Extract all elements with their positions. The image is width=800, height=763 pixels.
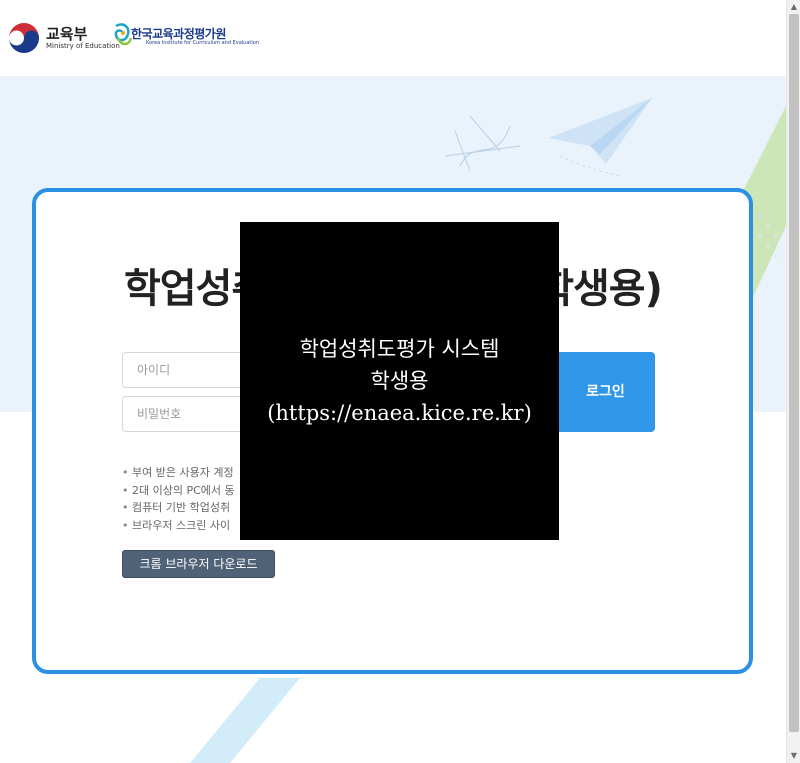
- vertical-scrollbar[interactable]: ▲ ▼: [786, 0, 800, 763]
- overlay-url: (https://enaea.kice.re.kr): [267, 401, 532, 425]
- notice-item: 2대 이상의 PC에서 동: [122, 482, 235, 500]
- user-id-placeholder: 아이디: [137, 363, 171, 377]
- password-placeholder: 비밀번호: [137, 407, 182, 421]
- page: 교육부 Ministry of Education 한국교육과정평가원 Kore…: [0, 0, 800, 763]
- password-input[interactable]: 비밀번호: [122, 396, 252, 432]
- scroll-down-icon[interactable]: ▼: [787, 749, 800, 763]
- user-id-input[interactable]: 아이디: [122, 352, 252, 388]
- scroll-thumb[interactable]: [789, 14, 799, 732]
- overlay-subtitle: 학생용: [370, 369, 429, 393]
- notice-item: 컴퓨터 기반 학업성취: [122, 499, 235, 517]
- scroll-up-icon[interactable]: ▲: [787, 0, 800, 14]
- notice-item: 부여 받은 사용자 계정: [122, 464, 235, 482]
- notice-list: 부여 받은 사용자 계정 2대 이상의 PC에서 동 컴퓨터 기반 학업성취 브…: [122, 464, 235, 534]
- caption-overlay: 학업성취도평가 시스템 학생용 (https://enaea.kice.re.k…: [240, 222, 559, 540]
- chrome-download-button[interactable]: 크롬 브라우저 다운로드: [122, 550, 275, 578]
- login-button[interactable]: 로그인: [556, 352, 655, 432]
- notice-item: 브라우저 스크린 사이: [122, 517, 235, 535]
- overlay-title: 학업성취도평가 시스템: [299, 337, 500, 361]
